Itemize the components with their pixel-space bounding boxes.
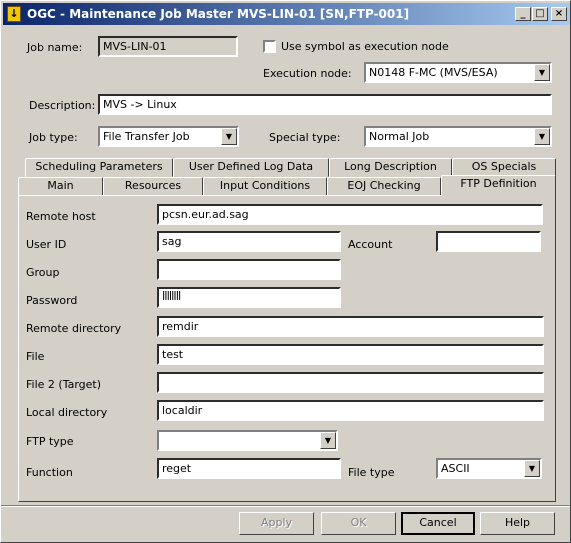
close-button[interactable]: ×	[551, 7, 567, 21]
chevron-down-icon[interactable]: ▼	[524, 460, 540, 477]
tab-resources[interactable]: Resources	[103, 177, 203, 196]
job-type-label: Job type:	[29, 131, 78, 144]
user-id-field[interactable]: sag	[157, 231, 341, 252]
execution-node-label: Execution node:	[263, 67, 352, 80]
job-type-value: File Transfer Job	[103, 130, 190, 143]
execution-node-value: N0148 F-MC (MVS/ESA)	[369, 66, 498, 79]
tab-main[interactable]: Main	[18, 177, 103, 196]
tab-user-defined-log-data[interactable]: User Defined Log Data	[173, 158, 329, 177]
execution-node-select[interactable]: N0148 F-MC (MVS/ESA) ▼	[364, 62, 552, 83]
job-name-field: MVS-LIN-01	[98, 36, 238, 57]
special-type-label: Special type:	[269, 131, 341, 144]
special-type-value: Normal Job	[369, 130, 430, 143]
local-directory-field[interactable]: localdir	[157, 400, 544, 421]
account-label: Account	[348, 238, 393, 251]
function-field[interactable]: reget	[157, 458, 341, 479]
maximize-button[interactable]: □	[532, 7, 548, 21]
title-bar[interactable]: ↓ OGC - Maintenance Job Master MVS-LIN-0…	[3, 3, 570, 25]
use-symbol-label: Use symbol as execution node	[281, 40, 449, 53]
apply-button[interactable]: Apply	[239, 512, 314, 535]
group-field[interactable]	[157, 259, 341, 280]
ftp-type-select[interactable]: ▼	[157, 430, 338, 451]
chevron-down-icon[interactable]: ▼	[221, 128, 237, 145]
file2-target-label: File 2 (Target)	[26, 378, 102, 391]
app-icon: ↓	[7, 6, 21, 22]
remote-directory-label: Remote directory	[26, 322, 122, 335]
password-field[interactable]: ||||||||	[157, 287, 341, 308]
local-directory-label: Local directory	[26, 406, 108, 419]
chevron-down-icon[interactable]: ▼	[534, 64, 550, 81]
help-button[interactable]: Help	[480, 512, 555, 535]
file-type-select[interactable]: ASCII ▼	[436, 458, 542, 479]
button-separator	[1, 505, 570, 507]
file2-target-field[interactable]	[157, 372, 544, 393]
file-field[interactable]: test	[157, 344, 544, 365]
file-label: File	[26, 350, 45, 363]
ftp-type-label: FTP type	[26, 435, 74, 448]
ok-button[interactable]: OK	[321, 512, 396, 535]
tab-scheduling-parameters[interactable]: Scheduling Parameters	[25, 158, 173, 177]
chevron-down-icon[interactable]: ▼	[534, 128, 550, 145]
minimize-button[interactable]: _	[515, 7, 531, 21]
tab-ftp-definition[interactable]: FTP Definition	[441, 175, 556, 196]
cancel-button[interactable]: Cancel	[401, 512, 475, 535]
tab-long-description[interactable]: Long Description	[329, 158, 452, 177]
job-name-label: Job name:	[27, 41, 83, 54]
account-field[interactable]	[436, 231, 541, 252]
function-label: Function	[26, 466, 73, 479]
file-type-label: File type	[348, 466, 395, 479]
remote-host-label: Remote host	[26, 210, 96, 223]
remote-directory-field[interactable]: remdir	[157, 316, 544, 337]
description-label: Description:	[29, 99, 96, 112]
file-type-value: ASCII	[441, 462, 470, 475]
ftp-definition-panel: Remote host pcsn.eur.ad.sag User ID sag …	[18, 195, 556, 502]
tab-input-conditions[interactable]: Input Conditions	[203, 177, 327, 196]
window-title: OGC - Maintenance Job Master MVS-LIN-01 …	[27, 7, 410, 21]
use-symbol-checkbox[interactable]	[263, 40, 276, 53]
main-window: ↓ OGC - Maintenance Job Master MVS-LIN-0…	[0, 0, 571, 543]
description-field[interactable]: MVS -> Linux	[98, 94, 552, 115]
special-type-select[interactable]: Normal Job ▼	[364, 126, 552, 147]
password-label: Password	[26, 294, 78, 307]
chevron-down-icon[interactable]: ▼	[320, 432, 336, 449]
job-type-select[interactable]: File Transfer Job ▼	[98, 126, 239, 147]
remote-host-field[interactable]: pcsn.eur.ad.sag	[157, 204, 543, 225]
user-id-label: User ID	[26, 238, 67, 251]
group-label: Group	[26, 266, 60, 279]
tab-eoj-checking[interactable]: EOJ Checking	[327, 177, 441, 196]
